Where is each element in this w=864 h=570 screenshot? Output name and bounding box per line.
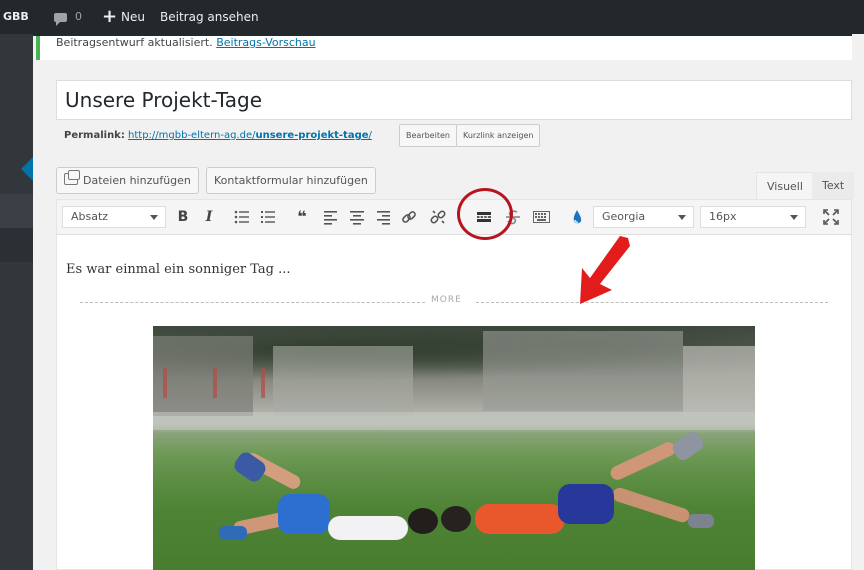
edit-permalink-button[interactable]: Bearbeiten: [399, 124, 457, 147]
align-right-button[interactable]: [372, 206, 394, 228]
link-icon: [402, 211, 416, 223]
format-select-value: Absatz: [71, 210, 109, 223]
tab-visual[interactable]: Visuell: [756, 172, 814, 199]
align-center-button[interactable]: [346, 206, 368, 228]
format-select[interactable]: Absatz: [62, 206, 166, 228]
comments-icon[interactable]: [54, 13, 67, 26]
align-center-icon: [350, 211, 364, 225]
image-person: [328, 516, 408, 540]
image-person: [558, 484, 614, 524]
notice-text: Beitragsentwurf aktualisiert.: [56, 36, 213, 49]
drop-icon: [573, 210, 582, 224]
bulleted-list-icon: [234, 210, 249, 224]
fullscreen-icon: [823, 209, 839, 225]
image-person: [278, 494, 330, 534]
chevron-down-icon: [678, 215, 686, 220]
insert-link-button[interactable]: [398, 206, 420, 228]
fullscreen-button[interactable]: [820, 206, 842, 228]
numbered-list-icon: [261, 211, 275, 223]
more-tag-label: MORE: [431, 295, 462, 305]
menu-item[interactable]: [0, 194, 33, 228]
add-media-button[interactable]: Dateien hinzufügen: [56, 167, 199, 194]
more-separator-right: [476, 302, 828, 303]
image-building: [153, 336, 253, 416]
shortlink-button[interactable]: Kurzlink anzeigen: [456, 124, 541, 147]
admin-menu: [0, 34, 33, 570]
font-size-select[interactable]: 16px: [700, 206, 806, 228]
menu-item[interactable]: [0, 228, 33, 262]
numbered-list-button[interactable]: [257, 206, 279, 228]
add-media-label: Dateien hinzufügen: [83, 174, 191, 187]
chevron-down-icon: [150, 215, 158, 220]
font-family-value: Georgia: [602, 210, 646, 223]
preview-link[interactable]: Beitrags-Vorschau: [216, 36, 315, 49]
admin-bar: GBB 0 + Neu Beitrag ansehen: [0, 0, 864, 34]
permalink-label: Permalink:: [64, 130, 125, 141]
align-left-icon: [324, 211, 337, 225]
annotation-arrow-icon: [580, 236, 630, 304]
comments-count[interactable]: 0: [75, 0, 82, 34]
image-person: [475, 504, 565, 534]
font-size-value: 16px: [709, 210, 737, 223]
permalink-slug: unsere-projekt-tage: [255, 130, 369, 141]
keyboard-icon: [533, 211, 550, 223]
blockquote-button[interactable]: ❝: [291, 206, 313, 228]
image-building: [683, 346, 755, 416]
image-person: [669, 429, 707, 463]
add-contact-form-button[interactable]: Kontaktformular hinzufügen: [206, 167, 376, 194]
bulleted-list-button[interactable]: [231, 206, 253, 228]
remove-link-button[interactable]: [427, 206, 449, 228]
image-person: [608, 439, 678, 483]
image-post: [163, 368, 167, 398]
image-post: [261, 368, 265, 398]
image-person: [408, 508, 438, 534]
keyboard-shortcuts-button[interactable]: [530, 206, 552, 228]
image-person: [610, 485, 692, 525]
tab-text[interactable]: Text: [812, 172, 855, 199]
new-link[interactable]: Neu: [121, 0, 145, 34]
unlink-icon: [430, 210, 446, 224]
image-building: [483, 331, 683, 411]
permalink-row: Permalink: http://mgbb-eltern-ag.de/unse…: [64, 130, 372, 142]
site-name-link[interactable]: GBB: [3, 0, 29, 34]
more-separator-left: [80, 302, 425, 303]
chevron-down-icon: [790, 215, 798, 220]
image-post: [213, 368, 217, 398]
image-person: [441, 506, 471, 532]
align-left-button[interactable]: [320, 206, 342, 228]
permalink-link[interactable]: http://mgbb-eltern-ag.de/unsere-projekt-…: [128, 130, 372, 141]
font-family-select[interactable]: Georgia: [593, 206, 694, 228]
permalink-base: http://mgbb-eltern-ag.de/: [128, 130, 256, 141]
image-person: [219, 526, 247, 540]
plugin-button[interactable]: [566, 206, 588, 228]
annotation-circle: [457, 188, 513, 240]
frame-right: [852, 34, 864, 570]
current-menu-arrow-icon: [21, 157, 33, 181]
align-right-icon: [377, 211, 390, 225]
view-post-link[interactable]: Beitrag ansehen: [160, 0, 259, 34]
italic-button[interactable]: I: [198, 206, 220, 228]
post-title-input[interactable]: Unsere Projekt-Tage: [56, 80, 852, 120]
post-image[interactable]: [153, 326, 755, 570]
plus-icon[interactable]: +: [102, 0, 117, 34]
image-building: [273, 346, 413, 416]
image-fence: [153, 412, 755, 430]
image-person: [231, 449, 269, 485]
permalink-end: /: [368, 130, 372, 141]
image-person: [688, 514, 714, 528]
editor-paragraph[interactable]: Es war einmal ein sonniger Tag ...: [66, 262, 291, 277]
media-icon: [64, 170, 80, 185]
bold-button[interactable]: B: [172, 206, 194, 228]
update-notice: Beitragsentwurf aktualisiert. Beitrags-V…: [36, 36, 852, 60]
